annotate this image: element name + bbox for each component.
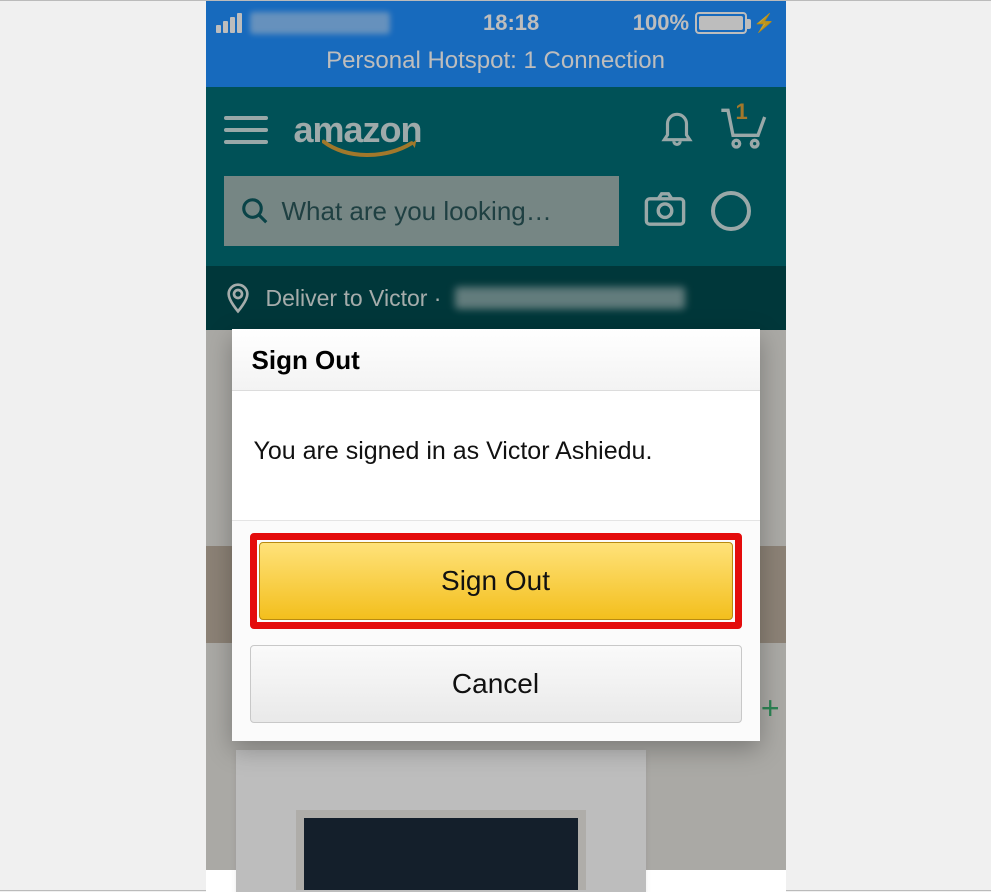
hotspot-bar[interactable]: Personal Hotspot: 1 Connection: [206, 41, 786, 87]
camera-icon[interactable]: [643, 190, 687, 233]
signal-icon: [216, 13, 242, 33]
search-placeholder: What are you looking…: [282, 196, 552, 227]
phone-screen: 18:18 100% ⚡ Personal Hotspot: 1 Connect…: [206, 1, 786, 892]
bell-icon[interactable]: [658, 106, 696, 153]
product-card[interactable]: [236, 750, 646, 892]
cart-icon[interactable]: 1: [718, 105, 768, 154]
location-icon: [224, 282, 252, 314]
battery-percent: 100%: [633, 10, 689, 36]
battery-icon: [695, 12, 747, 34]
search-icon: [240, 196, 270, 226]
sign-out-dialog: Sign Out You are signed in as Victor Ash…: [232, 329, 760, 741]
smile-icon: [322, 138, 418, 158]
app-header: amazon: [206, 87, 786, 266]
menu-icon[interactable]: [224, 116, 268, 144]
highlight-ring: Sign Out: [250, 533, 742, 629]
status-right: 100% ⚡: [633, 10, 776, 36]
amazon-logo[interactable]: amazon: [294, 112, 422, 148]
cancel-button[interactable]: Cancel: [250, 645, 742, 723]
alexa-icon[interactable]: [711, 191, 751, 231]
status-bar: 18:18 100% ⚡: [206, 1, 786, 41]
search-input[interactable]: What are you looking…: [224, 176, 619, 246]
deliver-text: Deliver to Victor ·: [266, 285, 442, 312]
deliver-to-bar[interactable]: Deliver to Victor ·: [206, 266, 786, 330]
dialog-message: You are signed in as Victor Ashiedu.: [232, 391, 760, 520]
address-blur: [455, 287, 685, 309]
plus-icon[interactable]: +: [761, 690, 780, 727]
cart-count: 1: [736, 99, 748, 125]
dialog-title: Sign Out: [232, 329, 760, 391]
carrier-blur: [250, 12, 390, 34]
sign-out-button[interactable]: Sign Out: [259, 542, 733, 620]
charging-icon: ⚡: [753, 13, 775, 34]
status-left: [216, 12, 390, 34]
dialog-actions: Sign Out Cancel: [232, 520, 760, 741]
status-time: 18:18: [483, 10, 539, 36]
product-image: [296, 810, 586, 890]
